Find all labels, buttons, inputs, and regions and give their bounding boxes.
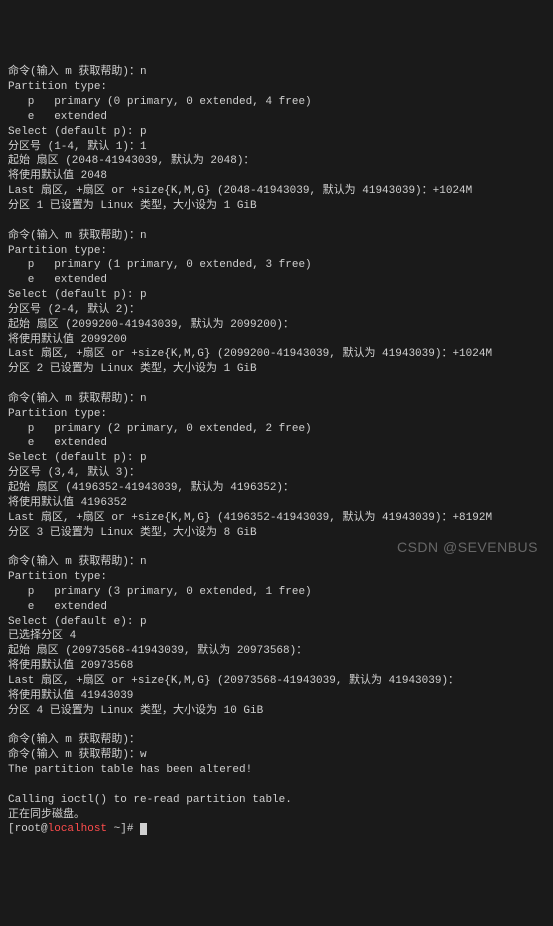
terminal-line: 起始 扇区 (4196352-41943039, 默认为 4196352)：	[8, 481, 545, 496]
terminal-line: 命令(输入 m 获取帮助)：w	[8, 748, 545, 763]
terminal-line: e extended	[8, 436, 545, 451]
terminal-line: 分区 4 已设置为 Linux 类型，大小设为 10 GiB	[8, 704, 545, 719]
terminal-line	[8, 214, 545, 229]
terminal-line: 将使用默认值 41943039	[8, 689, 545, 704]
terminal-line	[8, 778, 545, 793]
terminal-line: Select (default p): p	[8, 125, 545, 140]
terminal-line: 将使用默认值 20973568	[8, 659, 545, 674]
terminal-line	[8, 377, 545, 392]
terminal-output[interactable]: 命令(输入 m 获取帮助)：nPartition type: p primary…	[8, 65, 545, 837]
shell-prompt[interactable]: [root@localhost ~]#	[8, 822, 545, 837]
terminal-line: 将使用默认值 2048	[8, 169, 545, 184]
terminal-line: 命令(输入 m 获取帮助)：	[8, 733, 545, 748]
terminal-line: Partition type:	[8, 80, 545, 95]
terminal-line: Last 扇区, +扇区 or +size{K,M,G} (4196352-41…	[8, 511, 545, 526]
terminal-line: 起始 扇区 (2048-41943039, 默认为 2048)：	[8, 154, 545, 169]
prompt-user: root	[15, 823, 41, 835]
prompt-suffix: ~]#	[107, 823, 140, 835]
terminal-line: 命令(输入 m 获取帮助)：n	[8, 229, 545, 244]
terminal-line: 分区号 (1-4, 默认 1)：1	[8, 140, 545, 155]
terminal-line: 已选择分区 4	[8, 629, 545, 644]
terminal-line: 起始 扇区 (20973568-41943039, 默认为 20973568)：	[8, 644, 545, 659]
terminal-line: Last 扇区, +扇区 or +size{K,M,G} (20973568-4…	[8, 674, 545, 689]
terminal-line: 分区号 (3,4, 默认 3)：	[8, 466, 545, 481]
terminal-line: p primary (0 primary, 0 extended, 4 free…	[8, 95, 545, 110]
terminal-line: 命令(输入 m 获取帮助)：n	[8, 555, 545, 570]
terminal-line: 将使用默认值 2099200	[8, 333, 545, 348]
terminal-line: e extended	[8, 110, 545, 125]
prompt-at: @	[41, 823, 48, 835]
terminal-line: 分区 2 已设置为 Linux 类型，大小设为 1 GiB	[8, 362, 545, 377]
terminal-line: Last 扇区, +扇区 or +size{K,M,G} (2048-41943…	[8, 184, 545, 199]
terminal-line: 分区 1 已设置为 Linux 类型，大小设为 1 GiB	[8, 199, 545, 214]
terminal-line: 命令(输入 m 获取帮助)：n	[8, 392, 545, 407]
terminal-line: Select (default p): p	[8, 288, 545, 303]
terminal-line	[8, 719, 545, 734]
terminal-line: 分区号 (2-4, 默认 2)：	[8, 303, 545, 318]
terminal-line: Partition type:	[8, 244, 545, 259]
terminal-line: 起始 扇区 (2099200-41943039, 默认为 2099200)：	[8, 318, 545, 333]
terminal-line: p primary (2 primary, 0 extended, 2 free…	[8, 422, 545, 437]
terminal-line: 正在同步磁盘。	[8, 808, 545, 823]
terminal-line: Partition type:	[8, 570, 545, 585]
terminal-line: e extended	[8, 600, 545, 615]
terminal-line: Partition type:	[8, 407, 545, 422]
terminal-line: Last 扇区, +扇区 or +size{K,M,G} (2099200-41…	[8, 347, 545, 362]
terminal-line: 将使用默认值 4196352	[8, 496, 545, 511]
terminal-line: Select (default p): p	[8, 451, 545, 466]
terminal-line: p primary (3 primary, 0 extended, 1 free…	[8, 585, 545, 600]
terminal-line: e extended	[8, 273, 545, 288]
terminal-line: 命令(输入 m 获取帮助)：n	[8, 65, 545, 80]
terminal-line: p primary (1 primary, 0 extended, 3 free…	[8, 258, 545, 273]
terminal-line: The partition table has been altered!	[8, 763, 545, 778]
watermark: CSDN @SEVENBUS	[397, 538, 538, 557]
terminal-line: Calling ioctl() to re-read partition tab…	[8, 793, 545, 808]
cursor-icon	[140, 823, 147, 835]
terminal-line: Select (default e): p	[8, 615, 545, 630]
prompt-host: localhost	[48, 823, 107, 835]
